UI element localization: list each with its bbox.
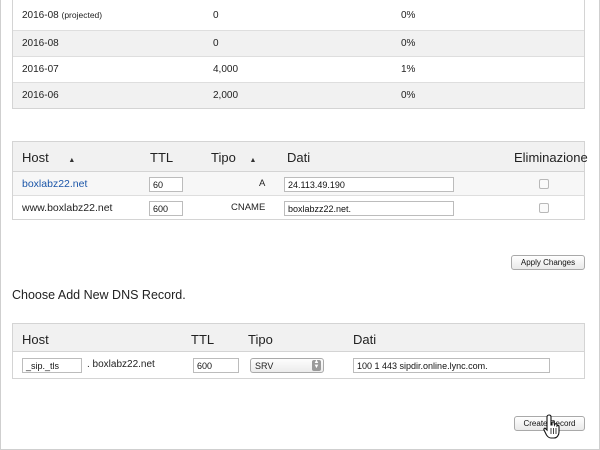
count-cell: 0	[213, 38, 219, 49]
table-header: Host TTL Tipo Dati	[13, 324, 584, 352]
delete-column-header: Eliminazione	[514, 150, 588, 165]
table-row: boxlabz22.net 60 A 24.113.49.190	[13, 172, 584, 196]
projected-note: (projected)	[61, 9, 103, 20]
period-cell: 2016-06	[22, 90, 59, 101]
new-record-row: _sip._tls . boxlabz22.net 600 SRV ▲ ▼ 100…	[13, 352, 584, 379]
apply-changes-button[interactable]: Apply Changes	[511, 255, 585, 270]
data-column-header: Dati	[353, 332, 377, 347]
record-type: A	[259, 178, 266, 189]
host-prefix-input[interactable]: _sip._tls	[22, 358, 82, 373]
host-suffix: . boxlabz22.net	[87, 359, 155, 370]
period-cell: 2016-08	[22, 9, 59, 21]
period-cell: 2016-08	[22, 38, 59, 49]
table-row: 2016-06 2,000 0%	[13, 82, 584, 108]
new-record-table: Host TTL Tipo Dati _sip._tls . boxlabz22…	[12, 323, 585, 379]
table-row: 2016-07 4,000 1%	[13, 56, 584, 82]
table-header: Host ▲ TTL Tipo ▲ Dati Eliminazione	[13, 142, 588, 172]
period-cell: 2016-07	[22, 64, 59, 75]
host-label: www.boxlabz22.net	[22, 202, 113, 214]
percent-cell: 0%	[401, 9, 416, 21]
data-column-header: Dati	[287, 150, 311, 165]
percent-cell: 0%	[401, 90, 416, 101]
ttl-input[interactable]: 60	[149, 177, 183, 192]
data-input[interactable]: 24.113.49.190	[284, 177, 454, 192]
ttl-column-header: TTL	[191, 332, 215, 347]
sort-icon[interactable]: ▲	[68, 157, 75, 164]
percent-cell: 1%	[401, 64, 416, 75]
hand-pointer-icon	[543, 414, 560, 439]
record-type-value: SRV	[255, 361, 274, 371]
table-row: 2016-08 (projected) 0 0%	[13, 0, 584, 30]
record-type-select[interactable]: SRV ▲ ▼	[250, 358, 324, 373]
usage-table: 2016-08 (projected) 0 0% 2016-08 0 0% 20…	[12, 0, 585, 109]
delete-checkbox[interactable]	[539, 179, 549, 189]
dns-records-table: Host ▲ TTL Tipo ▲ Dati Eliminazione boxl…	[12, 141, 588, 220]
section-heading: Choose Add New DNS Record.	[12, 288, 186, 302]
host-link[interactable]: boxlabz22.net	[22, 178, 87, 190]
select-arrow-icon: ▲ ▼	[312, 359, 321, 371]
type-column-header[interactable]: Tipo ▲	[211, 150, 256, 165]
host-column-header[interactable]: Host ▲	[22, 150, 75, 165]
percent-cell: 0%	[401, 38, 416, 49]
ttl-input[interactable]: 600	[193, 358, 239, 373]
sort-icon[interactable]: ▲	[249, 157, 256, 164]
data-input[interactable]: boxlabzz22.net.	[284, 201, 454, 216]
delete-checkbox[interactable]	[539, 203, 549, 213]
count-cell: 4,000	[213, 64, 239, 75]
ttl-column-header: TTL	[150, 150, 174, 165]
table-row: 2016-08 0 0%	[13, 30, 584, 56]
data-input[interactable]: 100 1 443 sipdir.online.lync.com.	[353, 358, 550, 373]
count-cell: 0	[213, 9, 219, 21]
host-column-header: Host	[22, 332, 49, 347]
table-row: www.boxlabz22.net 600 CNAME boxlabzz22.n…	[13, 196, 584, 220]
type-column-header: Tipo	[248, 332, 273, 347]
record-type: CNAME	[231, 202, 266, 213]
ttl-input[interactable]: 600	[149, 201, 183, 216]
count-cell: 2,000	[213, 90, 239, 101]
